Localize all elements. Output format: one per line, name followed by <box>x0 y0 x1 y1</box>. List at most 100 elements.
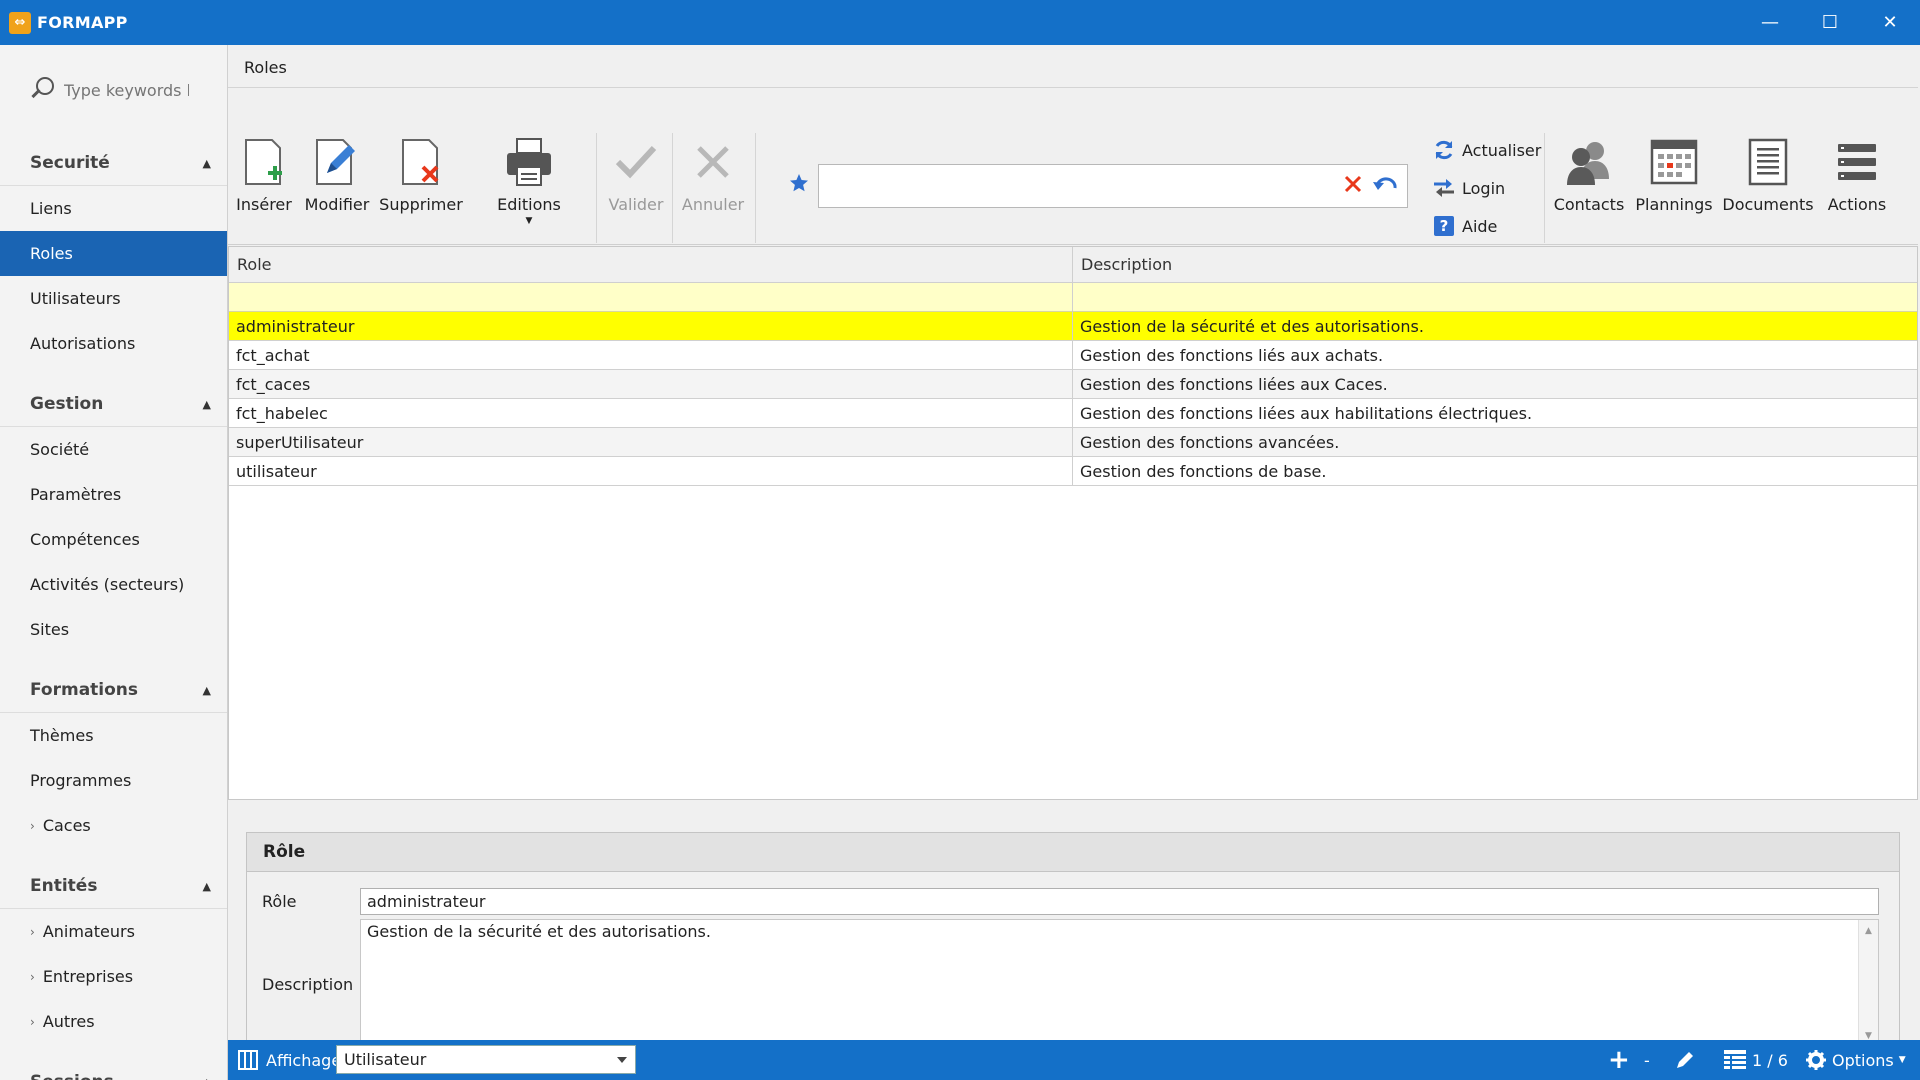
table-row[interactable]: utilisateur Gestion des fonctions de bas… <box>229 457 1917 486</box>
close-button[interactable]: ✕ <box>1860 0 1920 45</box>
search-icon[interactable] <box>28 75 56 105</box>
toolbar-separator <box>1544 133 1545 243</box>
filter-cell-role[interactable] <box>229 283 1073 311</box>
column-header-description[interactable]: Description <box>1073 247 1917 282</box>
sidebar-item-parametres[interactable]: Paramètres <box>0 472 227 517</box>
cell-description[interactable]: Gestion des fonctions avancées. <box>1073 428 1917 456</box>
undo-icon[interactable] <box>1373 174 1399 198</box>
toolbar-search-input[interactable] <box>818 164 1408 208</box>
sidebar-item-utilisateurs[interactable]: Utilisateurs <box>0 276 227 321</box>
sidebar-item-label: Roles <box>30 244 73 263</box>
columns-icon[interactable] <box>238 1040 258 1080</box>
login-button[interactable]: Login <box>1432 176 1505 200</box>
sidebar-item-autorisations[interactable]: Autorisations <box>0 321 227 366</box>
cell-description[interactable]: Gestion des fonctions de base. <box>1073 457 1917 485</box>
table-row[interactable]: fct_caces Gestion des fonctions liées au… <box>229 370 1917 399</box>
cell-description[interactable]: Gestion des fonctions liées aux habilita… <box>1073 399 1917 427</box>
contacts-button[interactable]: Contacts <box>1548 89 1630 245</box>
cell-role[interactable]: fct_achat <box>229 341 1073 369</box>
search-input[interactable] <box>64 80 189 100</box>
cell-role[interactable]: utilisateur <box>229 457 1073 485</box>
description-textarea[interactable]: Gestion de la sécurité et des autorisati… <box>360 919 1879 1048</box>
print-button[interactable]: Editions ▼ <box>482 89 576 245</box>
chevron-up-icon: ▲ <box>203 1076 211 1080</box>
sidebar-item-autres[interactable]: › Autres <box>0 999 227 1044</box>
calendar-icon <box>1647 135 1701 189</box>
role-input[interactable] <box>360 888 1879 915</box>
edit-button[interactable]: Modifier <box>304 89 370 245</box>
filter-row[interactable] <box>229 283 1917 312</box>
sidebar-item-programmes[interactable]: Programmes <box>0 758 227 803</box>
cancel-button[interactable]: Annuler <box>674 89 752 245</box>
cell-description[interactable]: Gestion des fonctions liés aux achats. <box>1073 341 1917 369</box>
textarea-scrollbar[interactable]: ▲ ▼ <box>1858 920 1878 1047</box>
table-row[interactable]: fct_habelec Gestion des fonctions liées … <box>229 399 1917 428</box>
maximize-button[interactable]: ☐ <box>1800 0 1860 45</box>
chevron-up-icon: ▲ <box>202 683 211 697</box>
actions-button[interactable]: Actions <box>1822 89 1892 245</box>
contacts-icon <box>1562 135 1616 189</box>
add-icon[interactable]: + <box>1608 1040 1630 1080</box>
cell-role[interactable]: fct_habelec <box>229 399 1073 427</box>
sidebar-item-label: Autres <box>42 1012 95 1031</box>
delete-button[interactable]: Supprimer <box>378 89 464 245</box>
table-row[interactable]: fct_achat Gestion des fonctions liés aux… <box>229 341 1917 370</box>
documents-button[interactable]: Documents <box>1720 89 1816 245</box>
cell-description[interactable]: Gestion des fonctions liées aux Caces. <box>1073 370 1917 398</box>
chevron-right-icon: › <box>30 1014 35 1029</box>
refresh-label: Actualiser <box>1462 140 1542 160</box>
sidebar-item-animateurs[interactable]: › Animateurs <box>0 909 227 954</box>
favorite-star-icon[interactable] <box>789 173 809 193</box>
sidebar-group-entites[interactable]: Entités ▲ <box>0 864 227 909</box>
validate-button[interactable]: Valider <box>600 89 672 245</box>
sidebar-item-entreprises[interactable]: › Entreprises <box>0 954 227 999</box>
grid-view-icon[interactable] <box>1724 1040 1746 1080</box>
sidebar-group-gestion[interactable]: Gestion ▲ <box>0 382 227 427</box>
sidebar-group-formations[interactable]: Formations ▲ <box>0 668 227 713</box>
toolbar: Insérer Modifier Supprimer Editions ▼ Va… <box>228 89 1918 245</box>
refresh-icon <box>1432 138 1456 162</box>
table-row[interactable]: administrateur Gestion de la sécurité et… <box>229 312 1917 341</box>
sidebar-item-sites[interactable]: Sites <box>0 607 227 652</box>
display-select-value: Utilisateur <box>344 1050 427 1069</box>
formapp-logo-icon: ⇔ <box>9 11 31 34</box>
cell-role[interactable]: fct_caces <box>229 370 1073 398</box>
group-label: Sessions <box>30 1072 114 1080</box>
options-button[interactable]: Options ▼ <box>1832 1040 1906 1080</box>
scroll-up-icon[interactable]: ▲ <box>1865 926 1872 936</box>
cell-role[interactable]: administrateur <box>229 312 1073 340</box>
refresh-button[interactable]: Actualiser <box>1432 138 1541 162</box>
chevron-down-icon <box>617 1057 627 1063</box>
page-title: Roles <box>244 58 287 77</box>
help-button[interactable]: ? Aide <box>1432 214 1497 238</box>
validate-label: Valider <box>608 195 664 214</box>
clear-x-icon[interactable] <box>1343 174 1363 198</box>
plannings-button[interactable]: Plannings <box>1633 89 1715 245</box>
insert-button[interactable]: Insérer <box>232 89 296 245</box>
edit-pencil-icon[interactable] <box>1675 1040 1695 1080</box>
sidebar-item-caces[interactable]: › Caces <box>0 803 227 848</box>
add-menu-dash[interactable]: - <box>1644 1040 1650 1080</box>
sidebar-item-themes[interactable]: Thèmes <box>0 713 227 758</box>
login-arrows-icon <box>1432 176 1456 200</box>
sidebar-item-roles[interactable]: Roles <box>0 231 227 276</box>
cell-role[interactable]: superUtilisateur <box>229 428 1073 456</box>
minimize-button[interactable]: — <box>1740 0 1800 45</box>
sidebar-item-competences[interactable]: Compétences <box>0 517 227 562</box>
cancel-label: Annuler <box>681 195 745 214</box>
gear-icon[interactable] <box>1806 1040 1826 1080</box>
table-row[interactable]: superUtilisateur Gestion des fonctions a… <box>229 428 1917 457</box>
column-header-role[interactable]: Role <box>229 247 1073 282</box>
cell-description[interactable]: Gestion de la sécurité et des autorisati… <box>1073 312 1917 340</box>
sidebar-group-sessions[interactable]: Sessions ▲ <box>0 1060 227 1080</box>
sidebar-item-activites[interactable]: Activités (secteurs) <box>0 562 227 607</box>
sidebar-item-societe[interactable]: Société <box>0 427 227 472</box>
main-area: Roles Insérer Modifier Supprimer Edition… <box>228 45 1920 1080</box>
display-select[interactable]: Utilisateur <box>336 1045 636 1074</box>
sidebar-item-label: Utilisateurs <box>30 289 121 308</box>
sidebar-item-liens[interactable]: Liens <box>0 186 227 231</box>
sidebar-search <box>0 45 227 135</box>
checkmark-icon <box>609 135 663 189</box>
sidebar-group-securite[interactable]: Securité ▲ <box>0 141 227 186</box>
filter-cell-description[interactable] <box>1073 283 1917 311</box>
